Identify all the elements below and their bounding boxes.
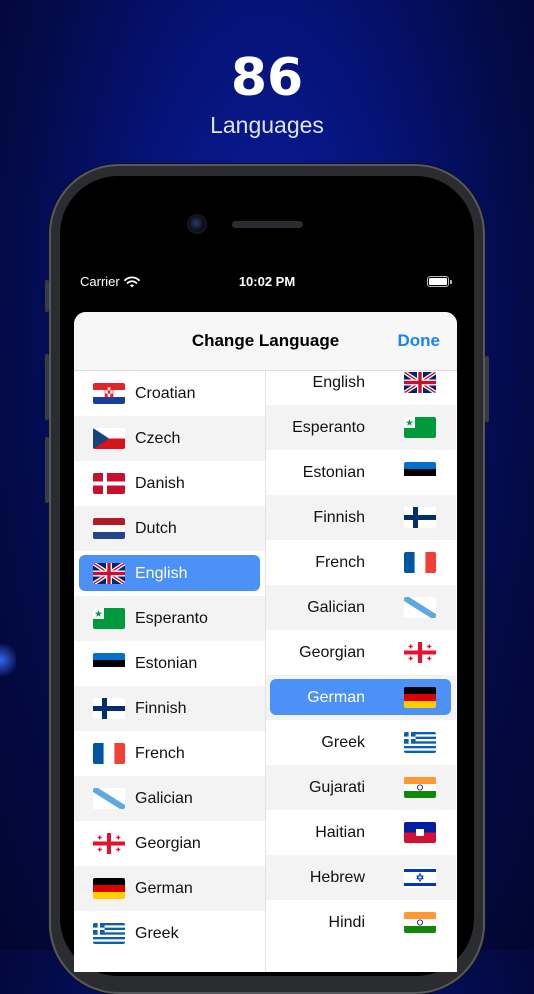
india-flag-icon	[404, 777, 436, 798]
georgia-flag-icon	[93, 833, 125, 854]
language-label: Georgian	[299, 644, 365, 661]
right-language-row-hindi[interactable]: Hindi	[265, 900, 456, 945]
left-language-row-esperanto[interactable]: Esperanto	[74, 596, 265, 641]
language-label: Finnish	[313, 509, 365, 526]
language-label: Finnish	[135, 700, 187, 717]
galicia-flag-icon	[93, 788, 125, 809]
language-label: French	[315, 554, 365, 571]
language-label: English	[312, 374, 365, 391]
language-label: Hindi	[328, 914, 365, 931]
target-language-picker[interactable]: English Esperanto Estonian Finnish French Gal…	[265, 370, 456, 972]
language-label: Croatian	[135, 385, 196, 402]
right-language-row-esperanto[interactable]: Esperanto	[265, 405, 456, 450]
left-language-row-danish[interactable]: Danish	[74, 461, 265, 506]
done-button[interactable]: Done	[398, 312, 441, 370]
netherlands-flag-icon	[93, 518, 125, 539]
georgia-flag-icon	[404, 642, 436, 663]
greece-flag-icon	[404, 732, 436, 753]
right-language-row-finnish[interactable]: Finnish	[265, 495, 456, 540]
left-language-row-french[interactable]: French	[74, 731, 265, 776]
right-language-row-haitian[interactable]: Haitian	[265, 810, 456, 855]
power-button	[485, 356, 489, 422]
language-label: Estonian	[302, 464, 365, 481]
croatia-flag-icon	[93, 383, 125, 404]
language-label: Haitian	[315, 824, 365, 841]
right-language-row-german[interactable]: German	[265, 675, 456, 720]
language-label: Czech	[135, 430, 181, 447]
denmark-flag-icon	[93, 473, 125, 494]
language-label: Gujarati	[308, 779, 365, 796]
language-label: Estonian	[135, 655, 198, 672]
right-language-row-gujarati[interactable]: Gujarati	[265, 765, 456, 810]
front-camera	[189, 216, 205, 232]
language-label: Esperanto	[135, 610, 208, 627]
language-label: English	[135, 565, 188, 582]
status-clock: 10:02 PM	[238, 274, 296, 289]
finland-flag-icon	[404, 507, 436, 528]
right-language-row-georgian[interactable]: Georgian	[265, 630, 456, 675]
galicia-flag-icon	[404, 597, 436, 618]
language-label: Galician	[307, 599, 365, 616]
language-label: Danish	[135, 475, 185, 492]
estonia-flag-icon	[93, 653, 125, 674]
estonia-flag-icon	[404, 462, 436, 483]
left-language-row-estonian[interactable]: Estonian	[74, 641, 265, 686]
esperanto-flag-icon	[93, 608, 125, 629]
right-language-row-english[interactable]: English	[265, 370, 456, 405]
language-label: French	[135, 745, 185, 762]
language-label: Greek	[135, 925, 179, 942]
language-label: Dutch	[135, 520, 177, 537]
esperanto-flag-icon	[404, 417, 436, 438]
right-language-row-hebrew[interactable]: Hebrew	[265, 855, 456, 900]
right-language-row-galician[interactable]: Galician	[265, 585, 456, 630]
language-label: Galician	[135, 790, 193, 807]
volume-down-button	[45, 437, 49, 503]
background-glow	[0, 640, 16, 680]
left-language-row-galician[interactable]: Galician	[74, 776, 265, 821]
battery-tip	[450, 280, 452, 284]
picker-divider	[265, 370, 266, 972]
czech-flag-icon	[93, 428, 125, 449]
earpiece-speaker	[232, 221, 303, 228]
language-label: German	[135, 880, 193, 897]
volume-up-button	[45, 354, 49, 420]
right-language-row-estonian[interactable]: Estonian	[265, 450, 456, 495]
israel-flag-icon	[404, 867, 436, 888]
france-flag-icon	[404, 552, 436, 573]
right-language-row-french[interactable]: French	[265, 540, 456, 585]
left-language-row-greek[interactable]: Greek	[74, 911, 265, 956]
greece-flag-icon	[93, 923, 125, 944]
left-language-row-english[interactable]: English	[74, 551, 265, 596]
left-language-row-croatian[interactable]: Croatian	[74, 371, 265, 416]
uk-flag-icon	[404, 372, 436, 393]
left-language-row-german[interactable]: German	[74, 866, 265, 911]
germany-flag-icon	[93, 878, 125, 899]
india-flag-icon	[404, 912, 436, 933]
france-flag-icon	[93, 743, 125, 764]
germany-flag-icon	[404, 687, 436, 708]
source-language-picker[interactable]: Croatian Czech Danish Dutch English Esperanto…	[74, 370, 265, 972]
language-label: Esperanto	[292, 419, 365, 436]
language-label: Greek	[321, 734, 365, 751]
haiti-flag-icon	[404, 822, 436, 843]
language-label: Hebrew	[309, 869, 365, 886]
battery-icon	[427, 276, 449, 287]
finland-flag-icon	[93, 698, 125, 719]
left-language-row-dutch[interactable]: Dutch	[74, 506, 265, 551]
language-label: Georgian	[135, 835, 201, 852]
language-count: 86	[230, 48, 304, 108]
language-label: German	[307, 689, 365, 706]
language-count-subtitle: Languages	[210, 112, 324, 138]
right-language-row-greek[interactable]: Greek	[265, 720, 456, 765]
left-language-row-czech[interactable]: Czech	[74, 416, 265, 461]
left-language-row-georgian[interactable]: Georgian	[74, 821, 265, 866]
uk-flag-icon	[93, 563, 125, 584]
sheet-header: Change Language Done	[74, 312, 457, 371]
change-language-sheet: Change Language Done Croatian Czech Danish…	[74, 312, 457, 972]
left-language-row-finnish[interactable]: Finnish	[74, 686, 265, 731]
